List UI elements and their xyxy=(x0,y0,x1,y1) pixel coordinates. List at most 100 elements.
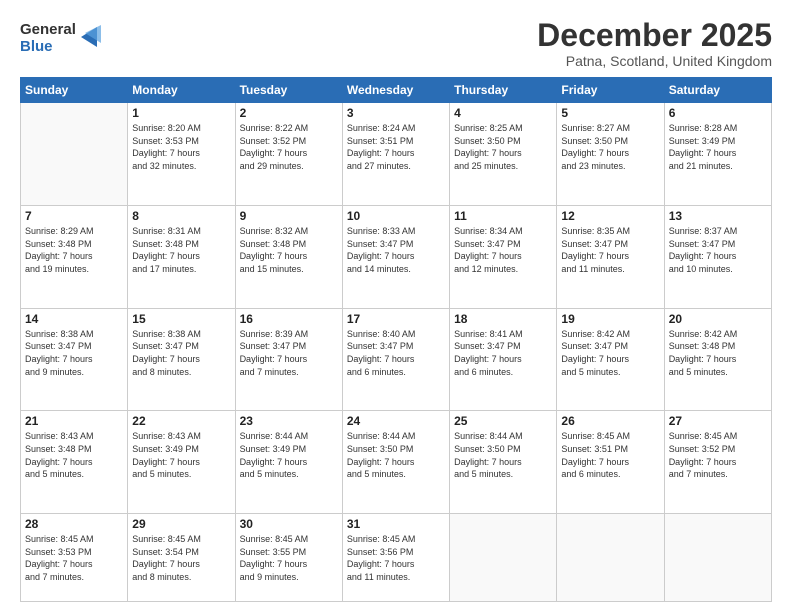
page-header: General Blue December 2025 Patna, Scotla… xyxy=(20,18,772,69)
calendar-cell: 19 Sunrise: 8:42 AMSunset: 3:47 PMDayligh… xyxy=(557,308,664,411)
day-info: Sunrise: 8:45 AMSunset: 3:51 PMDaylight:… xyxy=(561,430,659,480)
day-info: Sunrise: 8:33 AMSunset: 3:47 PMDaylight:… xyxy=(347,225,445,275)
day-info: Sunrise: 8:45 AMSunset: 3:53 PMDaylight:… xyxy=(25,533,123,583)
day-number: 20 xyxy=(669,312,767,326)
calendar-cell: 2 Sunrise: 8:22 AMSunset: 3:52 PMDaylight… xyxy=(235,103,342,206)
calendar-cell: 17 Sunrise: 8:40 AMSunset: 3:47 PMDayligh… xyxy=(342,308,449,411)
month-title: December 2025 xyxy=(537,18,772,53)
day-info: Sunrise: 8:42 AMSunset: 3:48 PMDaylight:… xyxy=(669,328,767,378)
calendar-cell: 12 Sunrise: 8:35 AMSunset: 3:47 PMDayligh… xyxy=(557,205,664,308)
calendar-week-row: 1Sunrise: 8:20 AMSunset: 3:53 PMDaylight… xyxy=(21,103,772,206)
calendar-cell: 20 Sunrise: 8:42 AMSunset: 3:48 PMDayligh… xyxy=(664,308,771,411)
day-number: 23 xyxy=(240,414,338,428)
day-number: 31 xyxy=(347,517,445,531)
day-number: 12 xyxy=(561,209,659,223)
day-info: Sunrise: 8:31 AMSunset: 3:48 PMDaylight:… xyxy=(132,225,230,275)
weekday-header-saturday: Saturday xyxy=(664,78,771,103)
calendar-cell: 29 Sunrise: 8:45 AMSunset: 3:54 PMDayligh… xyxy=(128,514,235,602)
day-info: Sunrise: 8:43 AMSunset: 3:48 PMDaylight:… xyxy=(25,430,123,480)
day-number: 14 xyxy=(25,312,123,326)
day-info: Sunrise: 8:44 AMSunset: 3:50 PMDaylight:… xyxy=(347,430,445,480)
calendar-page: General Blue December 2025 Patna, Scotla… xyxy=(0,0,792,612)
day-info: Sunrise: 8:22 AMSunset: 3:52 PMDaylight:… xyxy=(240,122,338,172)
day-info: Sunrise: 8:40 AMSunset: 3:47 PMDaylight:… xyxy=(347,328,445,378)
calendar-cell: 15Sunrise: 8:38 AMSunset: 3:47 PMDayligh… xyxy=(128,308,235,411)
calendar-cell xyxy=(557,514,664,602)
calendar-cell: 25 Sunrise: 8:44 AMSunset: 3:50 PMDayligh… xyxy=(450,411,557,514)
day-number: 22 xyxy=(132,414,230,428)
day-number: 9 xyxy=(240,209,338,223)
day-number: 10 xyxy=(347,209,445,223)
day-number: 7 xyxy=(25,209,123,223)
calendar-cell: 22Sunrise: 8:43 AMSunset: 3:49 PMDayligh… xyxy=(128,411,235,514)
logo-icon xyxy=(79,23,101,51)
calendar-cell: 31Sunrise: 8:45 AMSunset: 3:56 PMDayligh… xyxy=(342,514,449,602)
day-number: 27 xyxy=(669,414,767,428)
calendar-cell: 18 Sunrise: 8:41 AMSunset: 3:47 PMDayligh… xyxy=(450,308,557,411)
day-number: 8 xyxy=(132,209,230,223)
calendar-cell: 11 Sunrise: 8:34 AMSunset: 3:47 PMDayligh… xyxy=(450,205,557,308)
calendar-cell: 10 Sunrise: 8:33 AMSunset: 3:47 PMDayligh… xyxy=(342,205,449,308)
day-number: 18 xyxy=(454,312,552,326)
day-number: 16 xyxy=(240,312,338,326)
day-number: 24 xyxy=(347,414,445,428)
day-info: Sunrise: 8:45 AMSunset: 3:52 PMDaylight:… xyxy=(669,430,767,480)
location-subtitle: Patna, Scotland, United Kingdom xyxy=(537,53,772,69)
day-number: 28 xyxy=(25,517,123,531)
day-number: 5 xyxy=(561,106,659,120)
calendar-cell: 16 Sunrise: 8:39 AMSunset: 3:47 PMDayligh… xyxy=(235,308,342,411)
day-number: 26 xyxy=(561,414,659,428)
day-info: Sunrise: 8:39 AMSunset: 3:47 PMDaylight:… xyxy=(240,328,338,378)
day-number: 21 xyxy=(25,414,123,428)
weekday-header-wednesday: Wednesday xyxy=(342,78,449,103)
day-number: 25 xyxy=(454,414,552,428)
day-info: Sunrise: 8:32 AMSunset: 3:48 PMDaylight:… xyxy=(240,225,338,275)
calendar-cell xyxy=(450,514,557,602)
weekday-header-sunday: Sunday xyxy=(21,78,128,103)
day-number: 19 xyxy=(561,312,659,326)
calendar-cell: 26 Sunrise: 8:45 AMSunset: 3:51 PMDayligh… xyxy=(557,411,664,514)
day-info: Sunrise: 8:24 AMSunset: 3:51 PMDaylight:… xyxy=(347,122,445,172)
day-number: 29 xyxy=(132,517,230,531)
calendar-cell: 7Sunrise: 8:29 AMSunset: 3:48 PMDaylight… xyxy=(21,205,128,308)
calendar-week-row: 28 Sunrise: 8:45 AMSunset: 3:53 PMDayligh… xyxy=(21,514,772,602)
day-info: Sunrise: 8:27 AMSunset: 3:50 PMDaylight:… xyxy=(561,122,659,172)
calendar-cell: 28 Sunrise: 8:45 AMSunset: 3:53 PMDayligh… xyxy=(21,514,128,602)
calendar-cell: 3Sunrise: 8:24 AMSunset: 3:51 PMDaylight… xyxy=(342,103,449,206)
weekday-header-tuesday: Tuesday xyxy=(235,78,342,103)
day-info: Sunrise: 8:28 AMSunset: 3:49 PMDaylight:… xyxy=(669,122,767,172)
day-info: Sunrise: 8:42 AMSunset: 3:47 PMDaylight:… xyxy=(561,328,659,378)
logo: General Blue xyxy=(20,22,101,55)
day-number: 17 xyxy=(347,312,445,326)
day-info: Sunrise: 8:38 AMSunset: 3:47 PMDaylight:… xyxy=(25,328,123,378)
day-info: Sunrise: 8:44 AMSunset: 3:50 PMDaylight:… xyxy=(454,430,552,480)
day-number: 15 xyxy=(132,312,230,326)
day-info: Sunrise: 8:34 AMSunset: 3:47 PMDaylight:… xyxy=(454,225,552,275)
weekday-header-friday: Friday xyxy=(557,78,664,103)
day-info: Sunrise: 8:45 AMSunset: 3:55 PMDaylight:… xyxy=(240,533,338,583)
calendar-cell: 1Sunrise: 8:20 AMSunset: 3:53 PMDaylight… xyxy=(128,103,235,206)
weekday-header-thursday: Thursday xyxy=(450,78,557,103)
day-info: Sunrise: 8:37 AMSunset: 3:47 PMDaylight:… xyxy=(669,225,767,275)
day-number: 4 xyxy=(454,106,552,120)
day-number: 30 xyxy=(240,517,338,531)
calendar-cell xyxy=(21,103,128,206)
calendar-cell xyxy=(664,514,771,602)
day-number: 2 xyxy=(240,106,338,120)
logo-general-text: General xyxy=(20,22,76,39)
calendar-cell: 8 Sunrise: 8:31 AMSunset: 3:48 PMDaylight… xyxy=(128,205,235,308)
calendar-week-row: 21 Sunrise: 8:43 AMSunset: 3:48 PMDayligh… xyxy=(21,411,772,514)
calendar-cell: 23Sunrise: 8:44 AMSunset: 3:49 PMDayligh… xyxy=(235,411,342,514)
calendar-table: SundayMondayTuesdayWednesdayThursdayFrid… xyxy=(20,77,772,602)
calendar-cell: 21 Sunrise: 8:43 AMSunset: 3:48 PMDayligh… xyxy=(21,411,128,514)
calendar-week-row: 7Sunrise: 8:29 AMSunset: 3:48 PMDaylight… xyxy=(21,205,772,308)
day-info: Sunrise: 8:41 AMSunset: 3:47 PMDaylight:… xyxy=(454,328,552,378)
weekday-header-row: SundayMondayTuesdayWednesdayThursdayFrid… xyxy=(21,78,772,103)
calendar-cell: 4Sunrise: 8:25 AMSunset: 3:50 PMDaylight… xyxy=(450,103,557,206)
day-info: Sunrise: 8:35 AMSunset: 3:47 PMDaylight:… xyxy=(561,225,659,275)
day-info: Sunrise: 8:45 AMSunset: 3:54 PMDaylight:… xyxy=(132,533,230,583)
calendar-cell: 30 Sunrise: 8:45 AMSunset: 3:55 PMDayligh… xyxy=(235,514,342,602)
calendar-week-row: 14 Sunrise: 8:38 AMSunset: 3:47 PMDayligh… xyxy=(21,308,772,411)
day-number: 11 xyxy=(454,209,552,223)
calendar-cell: 5 Sunrise: 8:27 AMSunset: 3:50 PMDaylight… xyxy=(557,103,664,206)
